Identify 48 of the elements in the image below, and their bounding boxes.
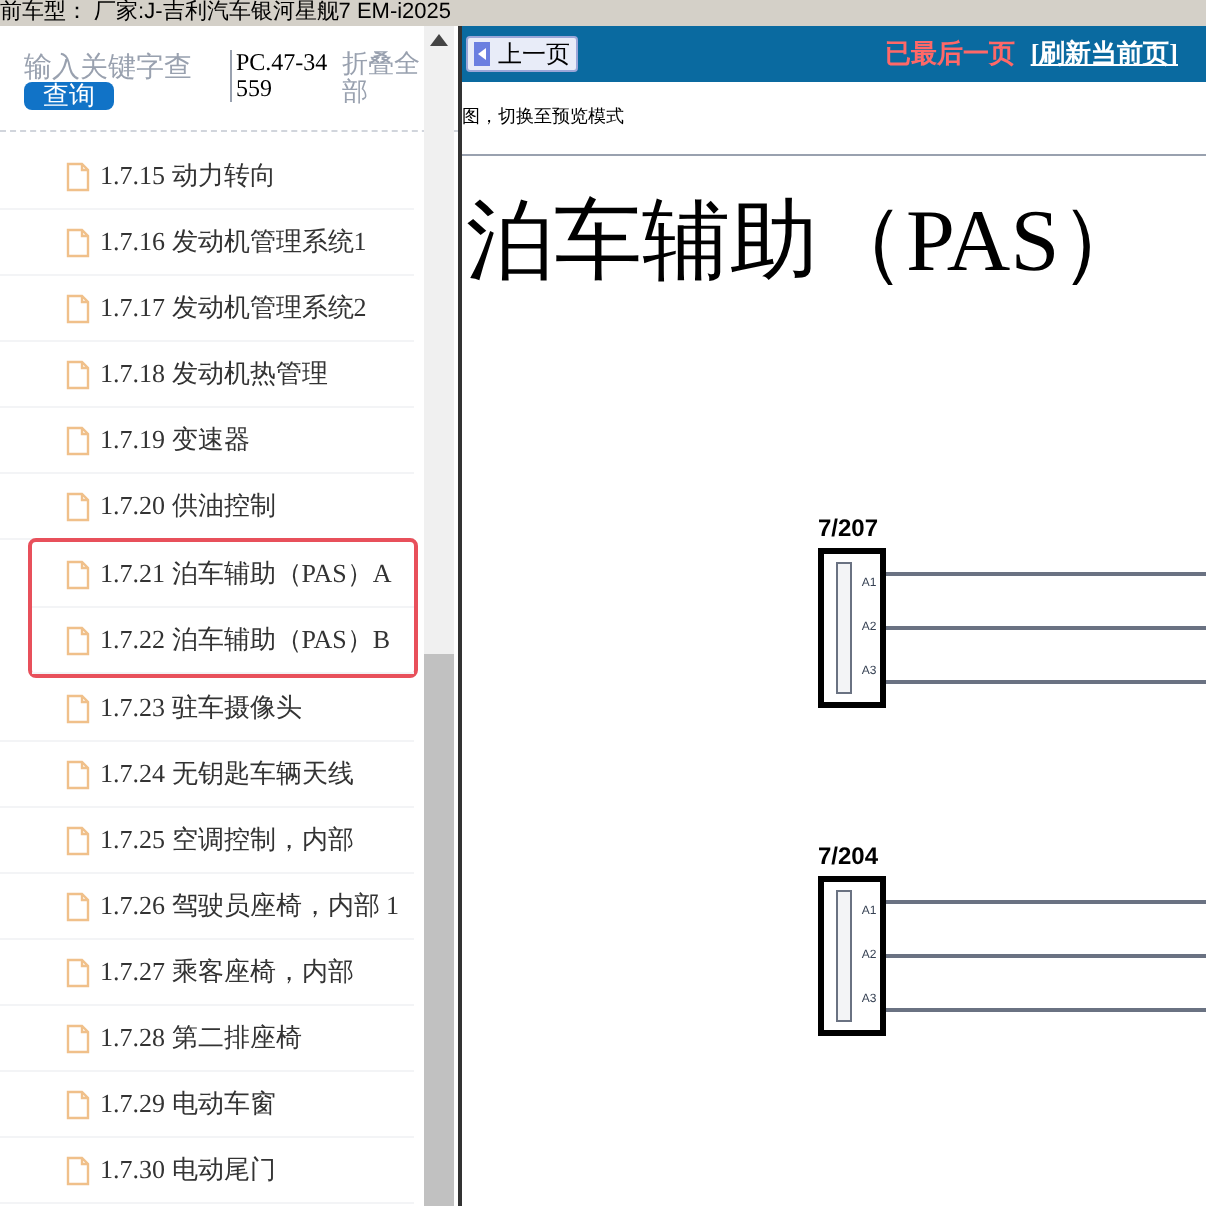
document-icon xyxy=(66,693,90,723)
tree-item[interactable]: 1.7.16 发动机管理系统1 xyxy=(0,210,414,276)
page-title: 泊车辅助（PAS） xyxy=(466,192,1148,290)
left-arrow-icon xyxy=(474,42,490,66)
search-button[interactable]: 查询 xyxy=(24,82,114,110)
tree-item[interactable]: 1.7.26 驾驶员座椅，内部 1 xyxy=(0,874,414,940)
document-icon xyxy=(66,825,90,855)
document-icon xyxy=(66,227,90,257)
document-icon xyxy=(66,559,90,589)
search-field[interactable]: 输入关键字查 xyxy=(24,50,224,82)
terminal-strip xyxy=(836,890,852,1022)
connector-label: 7/207 xyxy=(818,516,881,540)
tree-item[interactable]: 1.7.23 驻车摄像头 xyxy=(0,676,414,742)
tree-item[interactable]: 1.7.24 无钥匙车辆天线 xyxy=(0,742,414,808)
car-model-text: 前车型： 厂家:J-吉利汽车银河星舰7 EM-i2025 xyxy=(0,0,452,24)
connector-label: 7/204 xyxy=(818,844,881,868)
previous-page-button[interactable]: 上一页 xyxy=(466,36,578,72)
tree-item[interactable]: 1.7.30 电动尾门 xyxy=(0,1138,414,1204)
document-icon xyxy=(66,1155,90,1185)
document-icon xyxy=(66,293,90,323)
document-icon xyxy=(66,425,90,455)
tree-item[interactable]: 1.7.28 第二排座椅 xyxy=(0,1006,414,1072)
document-icon xyxy=(66,1023,90,1053)
document-icon xyxy=(66,625,90,655)
refresh-link[interactable]: [刷新当前页] xyxy=(1030,34,1178,74)
document-icon xyxy=(66,891,90,921)
tree-item[interactable]: 1.7.15 动力转向 xyxy=(0,144,414,210)
document-icon xyxy=(66,491,90,521)
document-icon xyxy=(66,957,90,987)
code-text: PC.47-34559 xyxy=(230,50,334,102)
tree-item[interactable]: 1.7.25 空调控制，内部 xyxy=(0,808,414,874)
hint-text: 图，切换至预览模式 xyxy=(462,103,624,129)
tree-item[interactable]: 1.7.22 泊车辅助（PAS）B xyxy=(32,608,414,674)
tree-item[interactable]: 1.7.20 供油控制 xyxy=(0,474,414,540)
scroll-up-icon[interactable] xyxy=(430,34,448,46)
last-page-notice: 已最后一页 xyxy=(884,36,1015,73)
terminal-strip xyxy=(836,562,852,694)
document-icon xyxy=(66,1089,90,1119)
tree-item[interactable]: 1.7.21 泊车辅助（PAS）A xyxy=(32,542,414,608)
tree-item[interactable]: 1.7.19 变速器 xyxy=(0,408,414,474)
tree-item[interactable]: 1.7.18 发动机热管理 xyxy=(0,342,414,408)
document-icon xyxy=(66,759,90,789)
document-icon xyxy=(66,161,90,191)
tree-item[interactable]: 1.7.29 电动车窗 xyxy=(0,1072,414,1138)
tree-item[interactable]: 1.7.27 乘客座椅，内部 xyxy=(0,940,414,1006)
tree-item[interactable]: 1.7.17 发动机管理系统2 xyxy=(0,276,414,342)
document-icon xyxy=(66,359,90,389)
scrollbar[interactable] xyxy=(424,26,454,1206)
